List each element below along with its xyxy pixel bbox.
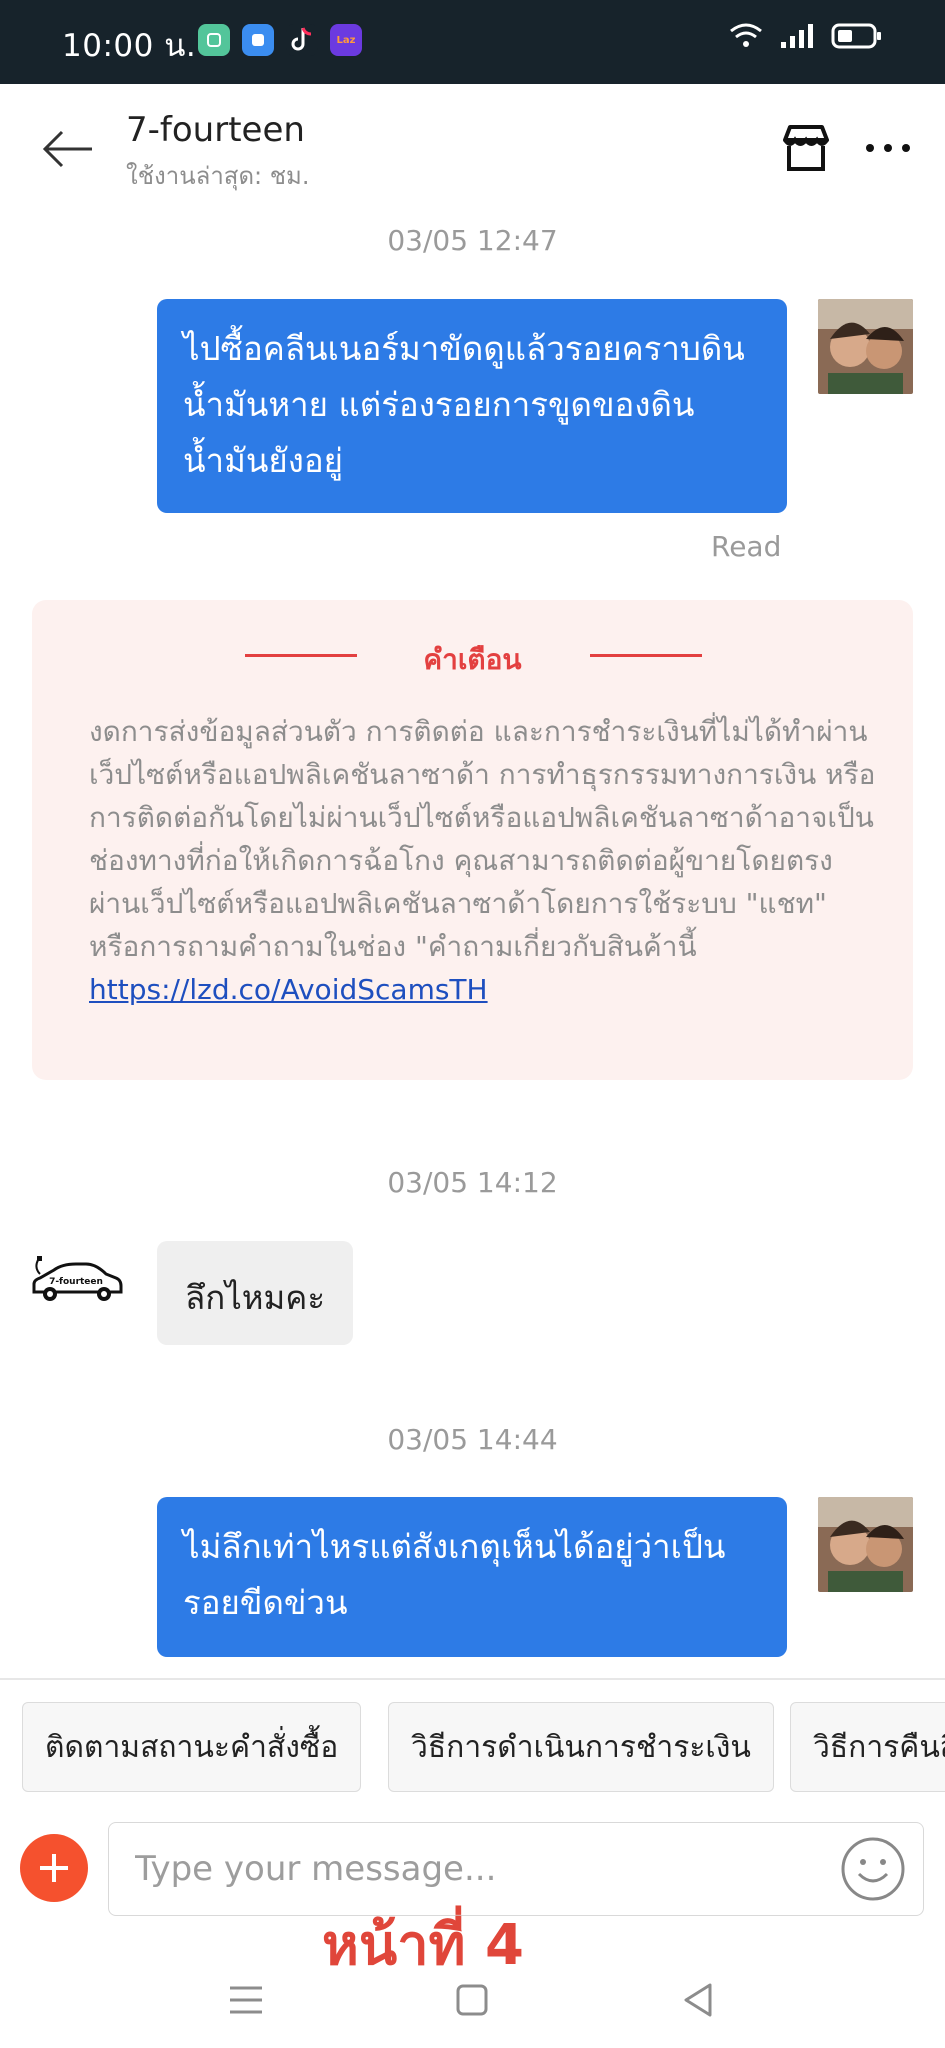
outgoing-message-bubble[interactable]: ไม่ลึกเท่าไหรแต่สังเกตุเห็นได้อยู่ว่าเป็… (157, 1497, 787, 1657)
chat-title: 7-fourteen (126, 110, 305, 150)
warning-body: งดการส่งข้อมูลส่วนตัว การติดต่อ และการชำ… (89, 710, 879, 1011)
quick-reply-divider (0, 1678, 945, 1680)
plus-icon (40, 1854, 68, 1882)
scam-warning-box: คำเตือน งดการส่งข้อมูลส่วนตัว การติดต่อ … (32, 600, 913, 1080)
lazada-icon: Laz (330, 24, 362, 56)
chat-header: 7-fourteen ใช้งานล่าสุด: ชม. (0, 84, 945, 208)
read-receipt: Read (711, 530, 782, 563)
warning-text: งดการส่งข้อมูลส่วนตัว การติดต่อ และการชำ… (89, 715, 876, 963)
outgoing-message-bubble[interactable]: ไปซื้อคลีนเนอร์มาขัดดูแล้วรอยคราบดินน้ำม… (157, 299, 787, 513)
signal-icon (781, 24, 813, 48)
back-arrow-icon[interactable] (40, 124, 96, 174)
message-timestamp: 03/05 14:44 (387, 1423, 558, 1456)
home-icon[interactable] (442, 1970, 502, 2030)
last-active-status: ใช้งานล่าสุด: ชม. (126, 162, 310, 190)
back-triangle-icon[interactable] (668, 1970, 728, 2030)
quick-reply-row: ติดตามสถานะคำสั่งซื้อ วิธีการดำเนินการชำ… (0, 1702, 945, 1794)
warning-title: คำเตือน (423, 643, 522, 676)
shop-icon[interactable] (780, 122, 832, 174)
tiktok-icon (286, 24, 318, 56)
status-time: 10:00 น. (62, 28, 197, 64)
status-bar: 10:00 น. Laz (0, 0, 945, 84)
message-timestamp: 03/05 14:12 (387, 1166, 558, 1199)
wifi-icon (730, 23, 762, 47)
user-avatar (818, 299, 913, 394)
message-timestamp: 03/05 12:47 (387, 224, 558, 257)
warning-divider-right (590, 654, 702, 657)
quick-reply-payment[interactable]: วิธีการดำเนินการชำระเงิน (388, 1702, 774, 1792)
seller-avatar: 7-fourteen (28, 1250, 123, 1310)
battery-icon (831, 23, 881, 49)
user-avatar (818, 1497, 913, 1592)
menu-icon[interactable] (216, 1970, 276, 2030)
avoid-scams-link[interactable]: https://lzd.co/AvoidScamsTH (89, 968, 879, 1011)
emoji-icon[interactable] (840, 1836, 906, 1902)
app-blue-icon (242, 24, 274, 56)
quick-reply-return[interactable]: วิธีการคืนสินค้า (790, 1702, 945, 1792)
status-system-icons (729, 22, 883, 50)
more-options-icon[interactable] (862, 136, 914, 160)
warning-title-row: คำเตือน (32, 638, 913, 678)
svg-text:7-fourteen: 7-fourteen (49, 1277, 103, 1287)
status-app-icons: Laz (198, 24, 362, 56)
quick-reply-track-order[interactable]: ติดตามสถานะคำสั่งซื้อ (22, 1702, 362, 1792)
add-attachment-button[interactable] (20, 1834, 88, 1902)
system-nav-bar (0, 1948, 945, 2048)
app-green-icon (198, 24, 230, 56)
incoming-message-bubble[interactable]: ลึกไหมคะ (157, 1241, 354, 1345)
